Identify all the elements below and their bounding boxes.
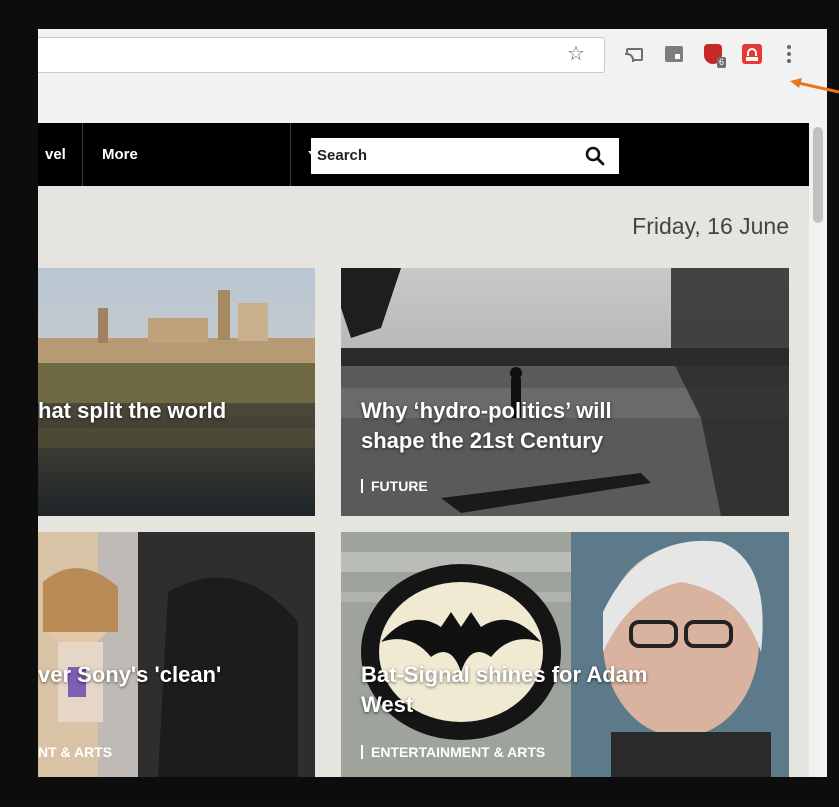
extension-badge: 6	[716, 57, 726, 68]
story-tag-label: FUTURE	[371, 478, 428, 494]
search-placeholder: Search	[317, 147, 368, 164]
screenshot-frame: ☆ 6 vel More Search Friday, 16 June hat …	[0, 0, 839, 807]
story-headline[interactable]: ver Sony's 'clean'	[38, 660, 221, 690]
browser-window: ☆ 6 vel More Search Friday, 16 June hat …	[38, 29, 827, 777]
nav-item-more[interactable]: More	[83, 123, 316, 186]
story-headline[interactable]: hat split the world	[38, 396, 226, 426]
story-image	[341, 532, 789, 777]
nav-more-label: More	[102, 146, 138, 163]
bookmark-star-icon[interactable]: ☆	[567, 42, 585, 66]
extension-icon[interactable]	[663, 43, 685, 65]
scrollbar-thumb[interactable]	[813, 127, 823, 223]
story-tag-label: NT & ARTS	[38, 744, 113, 760]
address-bar[interactable]: ☆	[38, 37, 605, 73]
nav-item-travel[interactable]: vel	[38, 123, 83, 186]
story-tag[interactable]: ENTERTAINMENT & ARTS	[361, 744, 545, 760]
story-headline[interactable]: Bat-Signal shines for Adam	[361, 660, 647, 690]
story-tag[interactable]: FUTURE	[361, 478, 428, 494]
search-icon[interactable]	[585, 146, 605, 166]
annotation-arrow-icon	[790, 78, 839, 94]
story-tag-label: ENTERTAINMENT & ARTS	[371, 744, 546, 760]
cast-icon[interactable]	[623, 43, 645, 65]
bookmarks-bar	[38, 81, 827, 124]
search-input[interactable]: Search	[311, 138, 619, 174]
date-label: Friday, 16 June	[632, 213, 789, 239]
story-headline[interactable]: Why ‘hydro-politics’ will	[361, 396, 612, 426]
browser-toolbar: ☆ 6	[38, 29, 827, 82]
story-card[interactable]: hat split the world	[38, 268, 315, 516]
story-card[interactable]: Bat-Signal shines for Adam West ENTERTAI…	[341, 532, 789, 777]
story-image	[38, 532, 315, 777]
browser-menu-icon[interactable]	[778, 43, 800, 65]
story-headline-line2[interactable]: shape the 21st Century	[361, 426, 603, 456]
story-tag[interactable]: NT & ARTS	[38, 744, 112, 760]
tag-divider	[361, 745, 363, 759]
story-headline-line2[interactable]: West	[361, 690, 413, 720]
tag-divider	[361, 479, 363, 493]
story-card[interactable]: ver Sony's 'clean' NT & ARTS	[38, 532, 315, 777]
tip-extension-icon[interactable]	[741, 43, 763, 65]
shield-extension-icon[interactable]: 6	[702, 43, 726, 68]
story-image	[38, 268, 315, 516]
story-card[interactable]: Why ‘hydro-politics’ will shape the 21st…	[341, 268, 789, 516]
